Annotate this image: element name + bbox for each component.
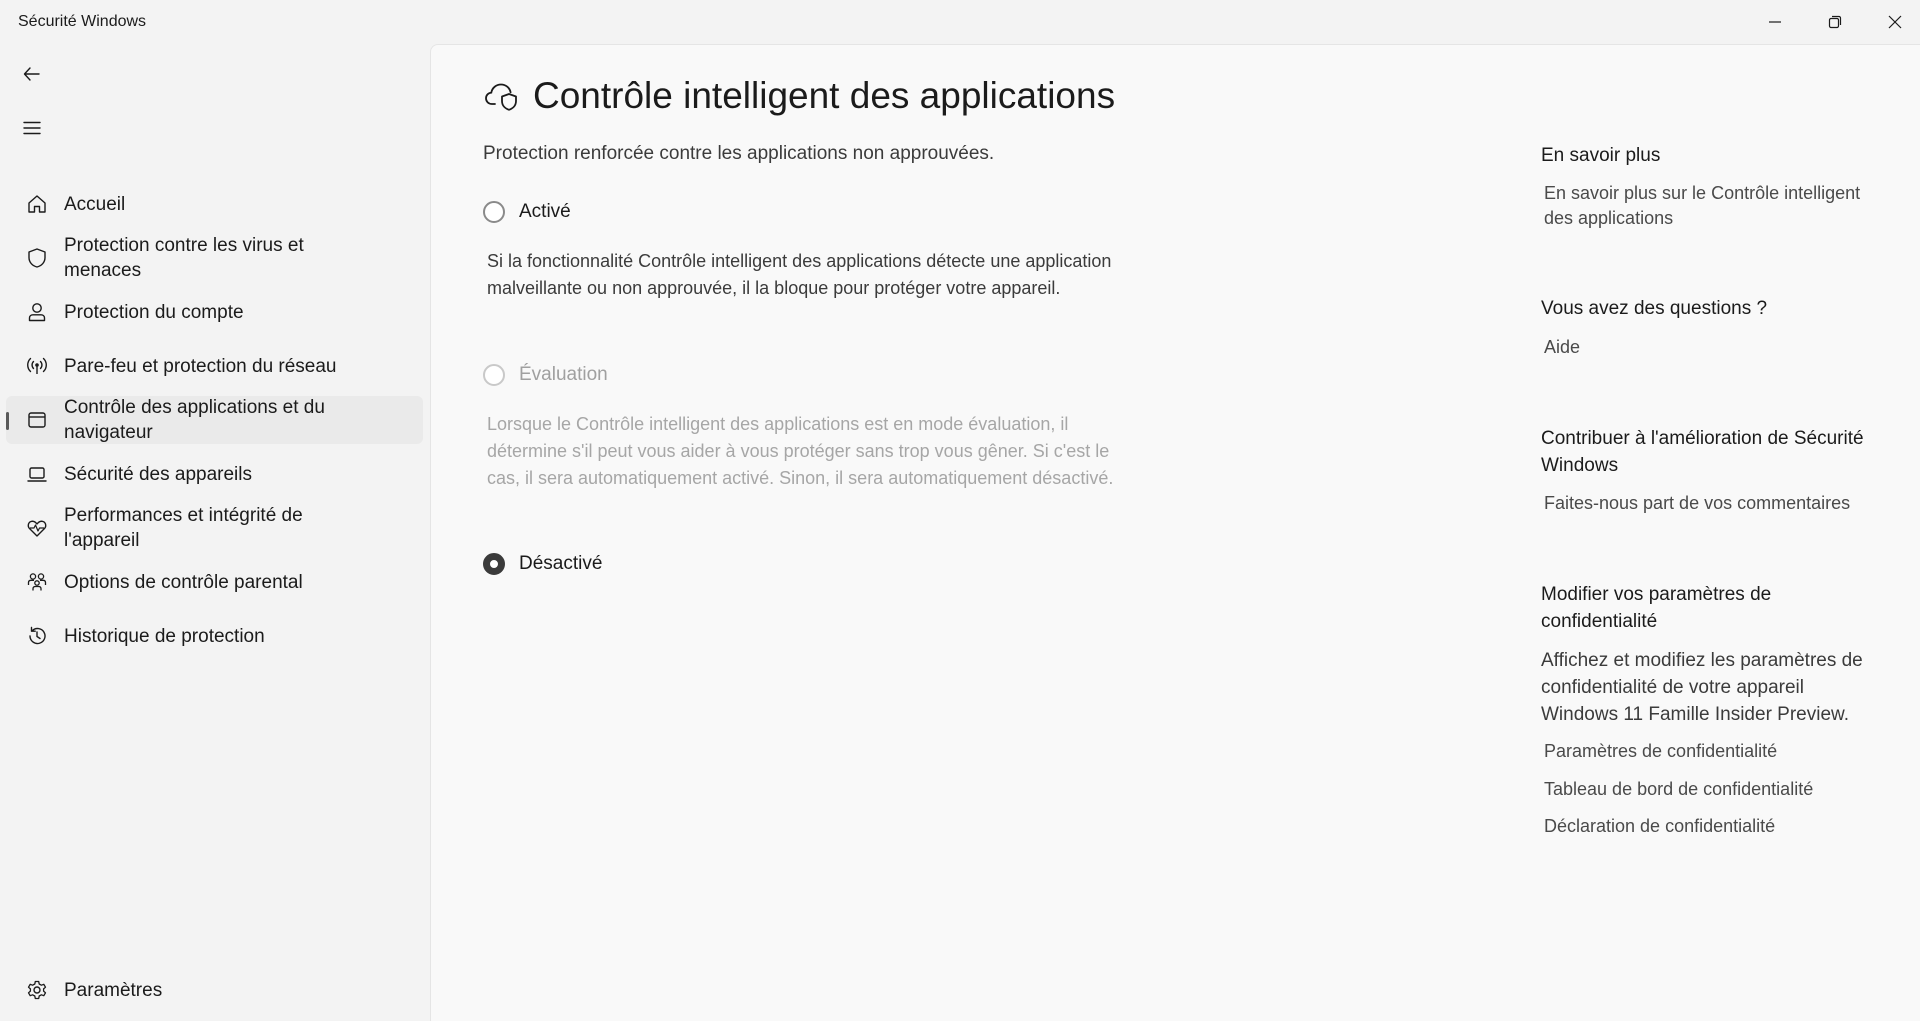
sidebar-item-label: Options de contrôle parental xyxy=(64,571,303,593)
sidebar-item-device-performance[interactable]: Performances et intégrité de l'appareil xyxy=(6,504,423,552)
sidebar-item-virus-protection[interactable]: Protection contre les virus et menaces xyxy=(6,234,423,282)
menu-button[interactable] xyxy=(12,108,52,148)
sidebar-item-home[interactable]: Accueil xyxy=(6,180,423,228)
page-header: Contrôle intelligent des applications xyxy=(483,75,1115,117)
sidebar-item-account[interactable]: Protection du compte xyxy=(6,288,423,336)
sidebar-item-label: Paramètres xyxy=(64,979,163,1001)
radio-option-off[interactable]: Désactivé xyxy=(483,553,602,575)
help-link[interactable]: Aide xyxy=(1544,335,1874,360)
back-button[interactable] xyxy=(12,54,52,94)
restore-button[interactable] xyxy=(1805,0,1865,44)
radio-label: Évaluation xyxy=(519,364,608,385)
laptop-icon xyxy=(27,467,47,482)
page-subtitle: Protection renforcée contre les applicat… xyxy=(483,143,995,164)
sidebar-item-settings[interactable]: Paramètres xyxy=(6,966,423,1014)
family-icon xyxy=(27,573,47,591)
shield-icon xyxy=(28,248,46,268)
radio-label: Désactivé xyxy=(519,553,603,574)
title-bar: Sécurité Windows xyxy=(0,0,1920,44)
home-icon xyxy=(28,195,46,213)
privacy-dashboard-link[interactable]: Tableau de bord de confidentialité xyxy=(1544,777,1874,802)
privacy-statement-link[interactable]: Déclaration de confidentialité xyxy=(1544,814,1874,839)
sidebar-item-protection-history[interactable]: Historique de protection xyxy=(6,612,423,660)
person-icon xyxy=(28,303,46,322)
radio-button xyxy=(483,364,505,386)
browser-window-icon xyxy=(28,412,46,428)
sidebar-item-family-options[interactable]: Options de contrôle parental xyxy=(6,558,423,606)
sidebar-item-label: Performances et intégrité de l'appareil xyxy=(64,505,303,551)
gear-icon xyxy=(27,980,47,1000)
close-icon xyxy=(1888,15,1902,29)
wireless-icon xyxy=(27,357,47,374)
main-content: Contrôle intelligent des applications Pr… xyxy=(430,44,1920,1021)
option-description: Lorsque le Contrôle intelligent des appl… xyxy=(487,414,1114,488)
sidebar-item-app-browser-control[interactable]: Contrôle des applications et du navigate… xyxy=(6,396,423,444)
learn-more-link[interactable]: En savoir plus sur le Contrôle intellige… xyxy=(1544,181,1874,231)
questions-heading: Vous avez des questions ? xyxy=(1541,298,1768,319)
feedback-heading: Contribuer à l'amélioration de Sécurité … xyxy=(1541,428,1864,476)
sidebar-item-device-security[interactable]: Sécurité des appareils xyxy=(6,450,423,498)
option-description: Si la fonctionnalité Contrôle intelligen… xyxy=(487,251,1112,298)
radio-button-checked[interactable] xyxy=(483,553,505,575)
back-arrow-icon xyxy=(23,67,40,81)
restore-icon xyxy=(1828,15,1842,29)
cloud-shield-icon xyxy=(485,83,517,111)
privacy-description: Affichez et modifiez les paramètres de c… xyxy=(1541,650,1863,725)
radio-option-on[interactable]: Activé xyxy=(483,201,571,223)
minimize-icon xyxy=(1769,21,1781,23)
close-button[interactable] xyxy=(1865,0,1920,44)
radio-label: Activé xyxy=(519,201,571,222)
sidebar-item-label: Protection du compte xyxy=(64,301,244,323)
sidebar-item-label: Accueil xyxy=(64,193,126,215)
hamburger-menu-icon xyxy=(23,121,41,135)
privacy-settings-link[interactable]: Paramètres de confidentialité xyxy=(1544,739,1874,764)
sidebar-item-label: Historique de protection xyxy=(64,625,265,647)
minimize-button[interactable] xyxy=(1745,0,1805,44)
history-icon xyxy=(29,626,46,645)
sidebar-item-label: Protection contre les virus et menaces xyxy=(64,235,304,281)
sidebar: Accueil Protection contre les virus et m… xyxy=(0,44,428,1021)
page-title: Contrôle intelligent des applications xyxy=(533,75,1116,116)
radio-option-evaluation: Évaluation xyxy=(483,364,608,386)
radio-button[interactable] xyxy=(483,201,505,223)
sidebar-item-label: Pare-feu et protection du réseau xyxy=(64,355,337,377)
sidebar-item-firewall[interactable]: Pare-feu et protection du réseau xyxy=(6,342,423,390)
learn-more-heading: En savoir plus xyxy=(1541,145,1661,166)
app-title: Sécurité Windows xyxy=(18,13,147,30)
sidebar-item-label: Sécurité des appareils xyxy=(64,463,252,485)
feedback-link[interactable]: Faites-nous part de vos commentaires xyxy=(1544,491,1874,516)
privacy-heading: Modifier vos paramètres de confidentiali… xyxy=(1541,584,1772,632)
sidebar-item-label: Contrôle des applications et du navigate… xyxy=(64,397,325,443)
heart-pulse-icon xyxy=(27,520,47,537)
